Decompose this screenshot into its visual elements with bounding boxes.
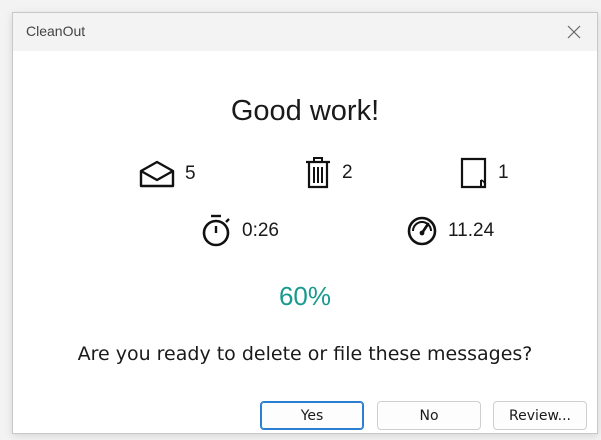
yes-button[interactable]: Yes: [260, 401, 364, 430]
folder-icon: [460, 157, 487, 189]
stat-filed: 1: [459, 156, 509, 190]
review-button[interactable]: Review...: [493, 401, 587, 430]
opened-mail-count: 5: [185, 163, 196, 184]
title-bar: CleanOut: [13, 13, 597, 51]
close-button[interactable]: [551, 13, 597, 51]
filed-count: 1: [498, 162, 509, 183]
stat-opened-mail: 5: [138, 159, 196, 189]
window-title: CleanOut: [26, 23, 86, 39]
headline: Good work!: [230, 95, 380, 127]
stat-deleted: 2: [303, 156, 353, 190]
stat-speed: 11.24: [405, 213, 494, 249]
deleted-count: 2: [342, 162, 353, 183]
cleanout-dialog: CleanOut Good work! 5 2 1 0:26 11.24 60%…: [12, 12, 598, 434]
confirmation-question: Are you ready to delete or file these me…: [77, 343, 533, 365]
speedometer-icon: [407, 216, 437, 246]
speed-value: 11.24: [448, 220, 495, 241]
stat-time: 0:26: [199, 213, 279, 249]
stopwatch-icon: [202, 214, 230, 247]
progress-percent: 60%: [278, 281, 332, 311]
open-envelope-icon: [139, 160, 175, 188]
no-button[interactable]: No: [377, 401, 481, 430]
elapsed-time: 0:26: [242, 220, 279, 241]
trash-icon: [306, 157, 330, 189]
close-icon: [567, 25, 581, 39]
